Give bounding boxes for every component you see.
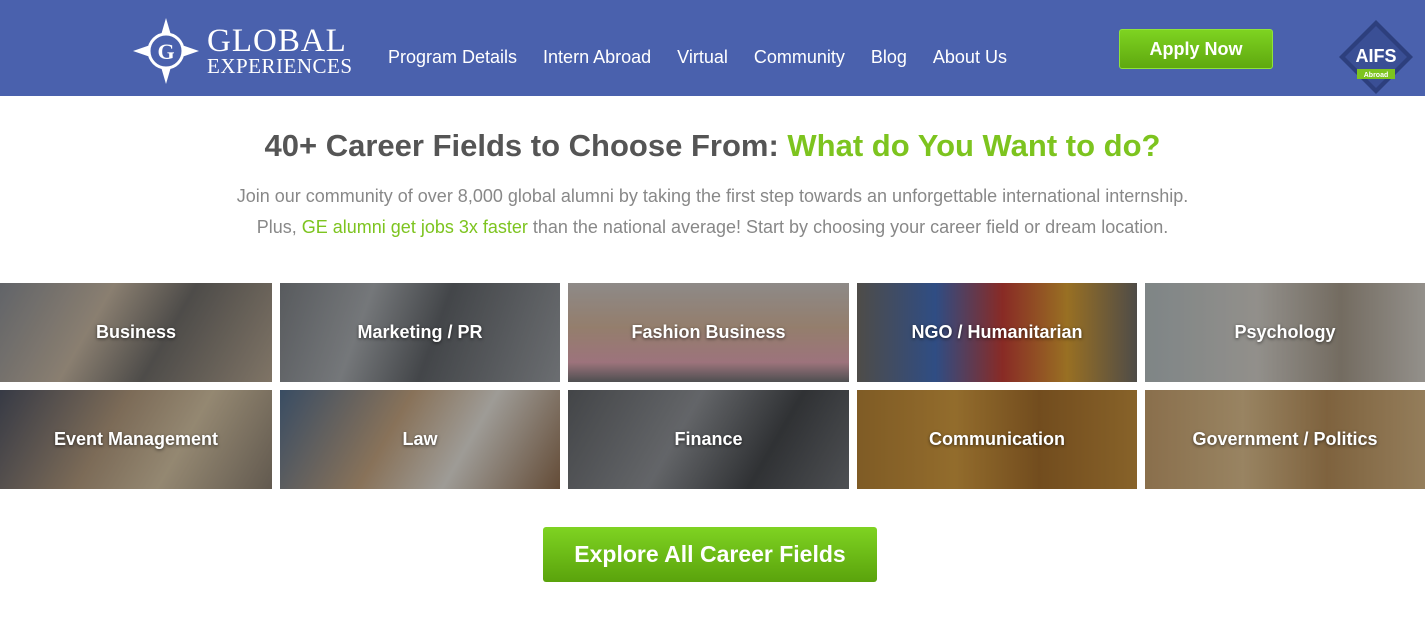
intro-line-2: Plus, GE alumni get jobs 3x faster than … [0,217,1425,238]
compass-logo-icon: G [133,18,199,84]
badge-main-text: AIFS [1355,46,1396,66]
nav-intern-abroad[interactable]: Intern Abroad [543,44,651,70]
title-accent: What do You Want to do? [787,128,1161,163]
logo-wordmark: GLOBAL EXPERIENCES [207,25,353,77]
nav-blog[interactable]: Blog [871,44,907,70]
badge-sub-text: Abroad [1364,72,1389,79]
field-label: Fashion Business [631,322,786,342]
field-label: Finance [674,429,743,449]
field-tile-business[interactable]: Business [0,283,272,382]
nav-program-details[interactable]: Program Details [388,44,517,70]
apply-now-button[interactable]: Apply Now [1119,29,1273,69]
field-tile-law[interactable]: Law [280,390,560,489]
aifs-abroad-badge[interactable]: AIFS Abroad [1337,18,1415,96]
alumni-jobs-link[interactable]: GE alumni get jobs 3x faster [302,217,528,237]
field-tile-event-management[interactable]: Event Management [0,390,272,489]
global-experiences-logo[interactable]: G GLOBAL EXPERIENCES [133,18,353,84]
intro-line-1: Join our community of over 8,000 global … [236,186,1189,206]
logo-sub-text: EXPERIENCES [207,54,353,78]
field-tile-psychology[interactable]: Psychology [1145,283,1425,382]
field-label: Psychology [1234,322,1336,342]
field-label: Marketing / PR [357,322,483,342]
field-tile-ngo-humanitarian[interactable]: NGO / Humanitarian [857,283,1137,382]
field-label: Business [95,322,177,342]
field-tile-communication[interactable]: Communication [857,390,1137,489]
field-tile-government-politics[interactable]: Government / Politics [1145,390,1425,489]
nav-virtual[interactable]: Virtual [677,44,728,70]
explore-all-career-fields-button[interactable]: Explore All Career Fields [543,527,877,582]
field-tile-finance[interactable]: Finance [568,390,849,489]
field-label: NGO / Humanitarian [911,322,1083,342]
main-nav: Program Details Intern Abroad Virtual Co… [388,44,1033,70]
site-header: G GLOBAL EXPERIENCES Program Details Int… [0,0,1425,96]
field-label: Government / Politics [1192,429,1378,449]
svg-text:G: G [157,39,174,64]
field-tile-fashion-business[interactable]: Fashion Business [568,283,849,382]
field-label: Event Management [53,429,219,449]
title-plain: 40+ Career Fields to Choose From: [264,128,788,163]
nav-about-us[interactable]: About Us [933,44,1007,70]
field-label: Law [402,429,438,449]
field-label: Communication [928,429,1065,449]
intro-line-2-suffix: than the national average! Start by choo… [527,217,1169,237]
field-tile-marketing-pr[interactable]: Marketing / PR [280,283,560,382]
nav-community[interactable]: Community [754,44,845,70]
page-title: 40+ Career Fields to Choose From: What d… [0,128,1425,164]
intro-line-2-prefix: Plus, [256,217,302,237]
